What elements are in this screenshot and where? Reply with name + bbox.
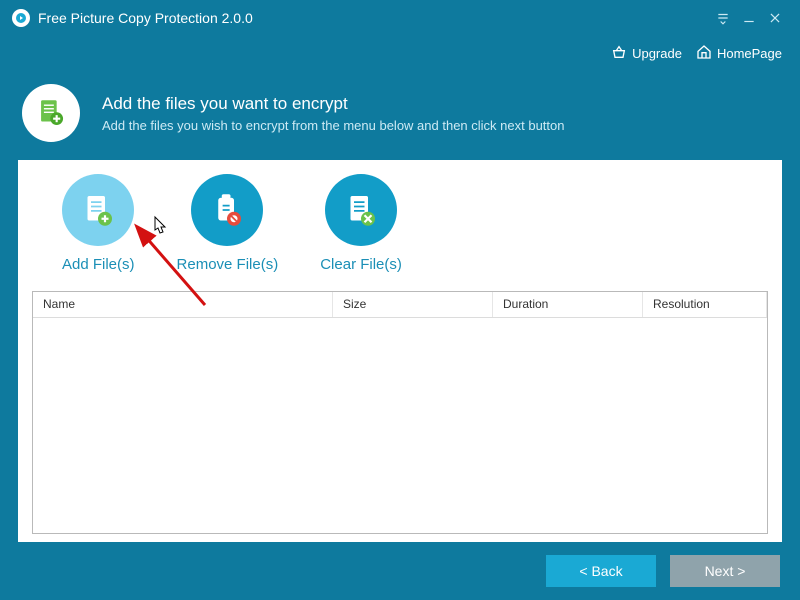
- titlebar: Free Picture Copy Protection 2.0.0: [0, 0, 800, 36]
- col-size[interactable]: Size: [333, 292, 493, 317]
- clear-files-icon: [325, 174, 397, 246]
- remove-files-icon: [191, 174, 263, 246]
- homepage-button[interactable]: HomePage: [696, 44, 782, 63]
- toolbar: Upgrade HomePage: [0, 36, 800, 70]
- next-button[interactable]: Next >: [670, 555, 780, 587]
- add-files-label: Add File(s): [62, 256, 135, 273]
- table-header: Name Size Duration Resolution: [33, 292, 767, 318]
- col-resolution[interactable]: Resolution: [643, 292, 767, 317]
- homepage-label: HomePage: [717, 46, 782, 61]
- clear-files-label: Clear File(s): [320, 256, 402, 273]
- upgrade-button[interactable]: Upgrade: [611, 44, 682, 63]
- col-name[interactable]: Name: [33, 292, 333, 317]
- page-title: Add the files you want to encrypt: [102, 94, 564, 114]
- content-panel: Add File(s) Remove File(s) Clear File(s)…: [18, 160, 782, 542]
- app-window: Free Picture Copy Protection 2.0.0 Upgra…: [0, 0, 800, 600]
- menu-down-icon[interactable]: [710, 8, 736, 28]
- col-duration[interactable]: Duration: [493, 292, 643, 317]
- back-button[interactable]: < Back: [546, 555, 656, 587]
- upgrade-label: Upgrade: [632, 46, 682, 61]
- app-logo-icon: [12, 9, 30, 27]
- header-file-add-icon: [22, 84, 80, 142]
- add-files-button[interactable]: Add File(s): [62, 174, 135, 273]
- clear-files-button[interactable]: Clear File(s): [320, 174, 402, 273]
- action-row: Add File(s) Remove File(s) Clear File(s): [32, 170, 768, 291]
- close-button[interactable]: [762, 8, 788, 28]
- footer: < Back Next >: [0, 542, 800, 600]
- remove-files-label: Remove File(s): [177, 256, 279, 273]
- home-icon: [696, 44, 712, 63]
- basket-icon: [611, 44, 627, 63]
- file-table: Name Size Duration Resolution: [32, 291, 768, 534]
- page-header: Add the files you want to encrypt Add th…: [0, 70, 800, 160]
- page-subtitle: Add the files you wish to encrypt from t…: [102, 118, 564, 133]
- minimize-button[interactable]: [736, 8, 762, 28]
- add-files-icon: [62, 174, 134, 246]
- app-title: Free Picture Copy Protection 2.0.0: [38, 10, 253, 26]
- remove-files-button[interactable]: Remove File(s): [177, 174, 279, 273]
